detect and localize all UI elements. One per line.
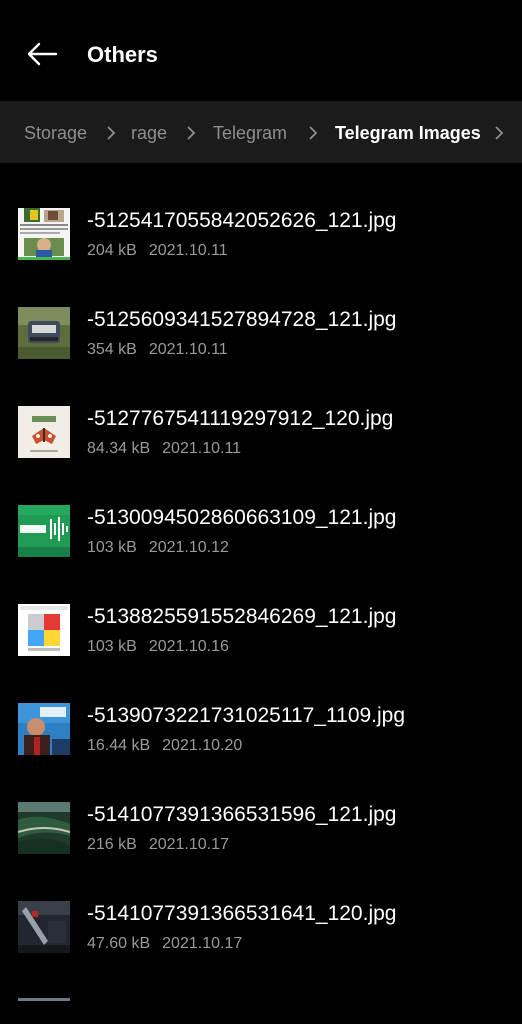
file-size: 354 kB <box>87 341 137 358</box>
file-size: 47.60 kB <box>87 935 151 952</box>
file-size: 103 kB <box>87 539 137 556</box>
file-name: -5127767541119297912_120.jpg <box>87 407 394 430</box>
file-date: 2021.10.17 <box>162 935 243 952</box>
file-thumbnail <box>18 307 70 359</box>
file-thumbnail <box>18 901 70 953</box>
file-list-item[interactable]: -5141077391366531641_120.jpg 47.60 kB 202… <box>0 856 522 955</box>
file-date: 2021.10.11 <box>148 341 228 358</box>
file-name: -5139073221731025117_1109.jpg <box>87 704 406 727</box>
breadcrumb-item-telegram-images[interactable]: Telegram Images <box>335 121 481 145</box>
file-size: 204 kB <box>87 242 137 259</box>
chevron-right-icon <box>495 126 504 140</box>
app-header: Others <box>0 0 522 100</box>
file-date: 2021.10.16 <box>148 638 229 655</box>
file-meta: 216 kB 2021.10.17 <box>87 834 229 856</box>
file-date: 2021.10.12 <box>148 539 229 556</box>
file-date: 2021.10.20 <box>162 737 243 754</box>
file-meta: 103 kB 2021.10.16 <box>87 636 229 658</box>
file-name: -5141077391366531641_120.jpg <box>87 902 397 925</box>
file-meta: 16.44 kB 2021.10.20 <box>87 735 242 757</box>
file-thumbnail <box>18 406 70 458</box>
file-size: 84.34 kB <box>87 440 151 457</box>
breadcrumb-item-rage[interactable]: rage <box>131 121 167 145</box>
file-name: -5125609341527894728_121.jpg <box>87 308 397 331</box>
file-meta: 84.34 kB 2021.10.11 <box>87 438 241 460</box>
file-meta: 204 kB 2021.10.11 <box>87 240 228 262</box>
file-name: -5138825591552846269_121.jpg <box>87 605 397 628</box>
file-thumbnail <box>18 604 70 656</box>
breadcrumb-item-telegram[interactable]: Telegram <box>213 121 287 145</box>
back-arrow-icon <box>27 42 58 66</box>
file-list: -5125417055842052626_121.jpg 204 kB 2021.… <box>0 163 522 955</box>
back-button[interactable] <box>22 36 62 72</box>
chevron-right-icon <box>187 126 196 140</box>
file-date: 2021.10.17 <box>148 836 229 853</box>
file-thumbnail <box>18 505 70 557</box>
file-list-item[interactable]: -5127767541119297912_120.jpg 84.34 kB 202… <box>0 361 522 460</box>
file-meta: 103 kB 2021.10.12 <box>87 537 229 559</box>
file-thumbnail <box>18 208 70 260</box>
page-title: Others <box>87 42 158 67</box>
file-list-item[interactable]: -5141077391366531596_121.jpg 216 kB 2021.… <box>0 757 522 856</box>
file-list-item[interactable]: -5125417055842052626_121.jpg 204 kB 2021.… <box>0 163 522 262</box>
file-meta: 47.60 kB 2021.10.17 <box>87 933 242 955</box>
file-date: 2021.10.11 <box>148 242 228 259</box>
file-size: 216 kB <box>87 836 137 853</box>
file-size: 103 kB <box>87 638 137 655</box>
file-list-item[interactable]: -5138825591552846269_121.jpg 103 kB 2021.… <box>0 559 522 658</box>
file-name: -5130094502860663109_121.jpg <box>87 506 397 529</box>
chevron-right-icon <box>309 126 318 140</box>
file-list-item[interactable]: -5139073221731025117_1109.jpg 16.44 kB 20… <box>0 658 522 757</box>
file-list-item[interactable]: -5130094502860663109_121.jpg 103 kB 2021.… <box>0 460 522 559</box>
breadcrumb-item-storage[interactable]: Storage <box>24 121 87 145</box>
file-meta: 354 kB 2021.10.11 <box>87 339 228 361</box>
file-thumbnail-partial <box>18 998 70 1001</box>
file-name: -5125417055842052626_121.jpg <box>87 209 397 232</box>
chevron-right-icon <box>107 126 116 140</box>
file-thumbnail <box>18 703 70 755</box>
breadcrumb: Storage rage Telegram Telegram Images <box>0 101 522 163</box>
file-list-item[interactable]: -5125609341527894728_121.jpg 354 kB 2021.… <box>0 262 522 361</box>
file-name: -5141077391366531596_121.jpg <box>87 803 397 826</box>
file-thumbnail <box>18 802 70 854</box>
file-size: 16.44 kB <box>87 737 151 754</box>
file-date: 2021.10.11 <box>162 440 242 457</box>
